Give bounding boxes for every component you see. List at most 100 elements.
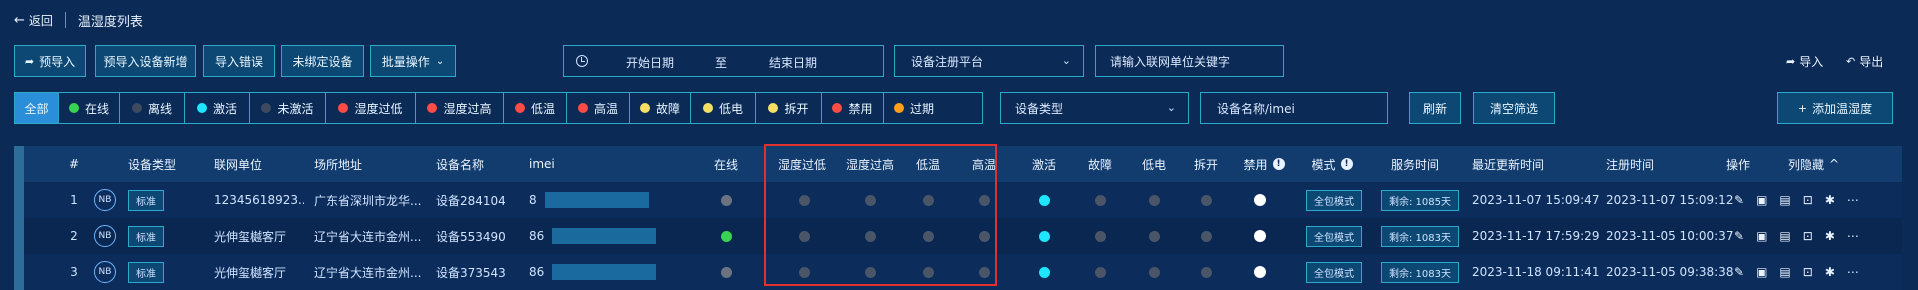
unit-keyword-input[interactable]: 请输入联网单位关键字 (1095, 45, 1284, 77)
chip-offline[interactable]: 离线 (120, 93, 185, 123)
col-temp-high: 高温 (971, 157, 996, 172)
document-icon[interactable]: ▤ (1779, 229, 1790, 243)
row-no: 2 (70, 229, 78, 243)
platform-select[interactable]: 设备注册平台 ⌄ (894, 45, 1084, 77)
chip-opened[interactable]: 拆开 (756, 93, 822, 123)
start-date[interactable]: 开始日期 (626, 54, 674, 71)
status-dot-icon (1148, 230, 1160, 242)
col-no: # (68, 157, 80, 171)
info-icon[interactable]: ! (1272, 158, 1285, 170)
status-dot-icon (864, 266, 876, 278)
col-humidity-low: 湿度过低 (777, 157, 826, 172)
row-actions: ✎ ▣ ▤ ⊡ ✱ ⋯ (1728, 182, 1888, 218)
dot-icon (577, 103, 588, 113)
dot-icon (639, 103, 650, 113)
temp-low-status (908, 218, 948, 254)
nb-badge: NB (94, 182, 124, 218)
edit-icon[interactable]: ✎ (1734, 193, 1744, 207)
address-cell: 广东省深圳市龙华... (314, 193, 422, 208)
col-actions: 操作 (1726, 157, 1751, 172)
redacted-block (552, 264, 657, 280)
chip-disabled[interactable]: 禁用 (822, 93, 884, 123)
info-icon[interactable]: ! (1340, 158, 1353, 170)
chip-humidity-low[interactable]: 湿度过低 (326, 93, 416, 123)
status-dot-icon (922, 194, 934, 206)
more-icon[interactable]: ⋯ (1847, 229, 1859, 243)
device-name-input[interactable]: 设备名称/imei (1200, 92, 1388, 124)
service-tag-text: 剩余: 1085天 (1381, 189, 1459, 211)
import-error-button[interactable]: 导入错误 (203, 45, 275, 77)
batch-ops-button[interactable]: 批量操作 ⌄ (370, 45, 456, 77)
import-link[interactable]: ➦ 导入 (1786, 53, 1823, 70)
plus-icon: + (1797, 101, 1808, 115)
chip-low-power[interactable]: 低电 (691, 93, 756, 123)
address-cell: 辽宁省大连市金州... (314, 265, 422, 280)
settings-icon[interactable]: ✱ (1825, 193, 1835, 207)
device-type-select[interactable]: 设备类型 ⌄ (1000, 92, 1189, 124)
unit-cell: 12345618923... (214, 193, 304, 207)
clear-filter-button[interactable]: 清空筛选 (1473, 92, 1555, 124)
more-icon[interactable]: ⋯ (1847, 265, 1859, 279)
status-dot-icon (798, 266, 810, 278)
chip-active[interactable]: 激活 (185, 93, 250, 123)
row-no: 3 (70, 265, 78, 279)
date-range-picker[interactable]: 开始日期 至 结束日期 (563, 45, 884, 77)
chip-label: 低温 (530, 101, 555, 116)
dot-icon (832, 103, 843, 113)
online-status (706, 218, 746, 254)
share-icon: ➦ (1786, 55, 1796, 68)
name-cell: 设备373543 (436, 265, 506, 280)
import-label: 导入 (1799, 55, 1824, 69)
mode-tag-text: 全包模式 (1306, 225, 1362, 247)
opened-status (1186, 182, 1226, 218)
service-tag: 剩余: 1083天 (1380, 218, 1460, 254)
online-dot-icon (720, 266, 732, 278)
lock-icon[interactable]: ⊡ (1803, 229, 1813, 243)
trash-icon[interactable]: ▣ (1756, 193, 1767, 207)
column-toggle[interactable]: 列隐藏 ^ (1788, 146, 1868, 182)
chip-all[interactable]: 全部 (15, 93, 59, 123)
edit-icon[interactable]: ✎ (1734, 229, 1744, 243)
device-name-placeholder: 设备名称/imei (1217, 101, 1295, 116)
temp-low-status (908, 254, 948, 290)
reply-icon: ↶ (1846, 55, 1856, 68)
chip-humidity-high[interactable]: 湿度过高 (416, 93, 504, 123)
chip-fault[interactable]: 故障 (630, 93, 691, 123)
pre-import-add-button[interactable]: 预导入设备新增 (95, 45, 196, 77)
status-dot-icon (978, 266, 990, 278)
table-row[interactable]: 3 NB 标准 光伸玺樾客厅 辽宁省大连市金州... 设备373543 86 全… (24, 254, 1905, 290)
pre-import-button[interactable]: ➦ 预导入 (14, 45, 86, 77)
chip-temp-low[interactable]: 低温 (504, 93, 567, 123)
add-device-button[interactable]: + 添加温湿度 (1777, 92, 1893, 124)
chip-online[interactable]: 在线 (59, 93, 120, 123)
chip-expired[interactable]: 过期 (884, 93, 944, 123)
settings-icon[interactable]: ✱ (1825, 265, 1835, 279)
page-title: 温湿度列表 (77, 14, 143, 30)
end-date[interactable]: 结束日期 (769, 54, 817, 71)
export-link[interactable]: ↶ 导出 (1846, 53, 1883, 70)
document-icon[interactable]: ▤ (1779, 265, 1790, 279)
chip-temp-high[interactable]: 高温 (567, 93, 630, 123)
table-row[interactable]: 1 NB 标准 12345618923... 广东省深圳市龙华... 设备284… (24, 182, 1905, 218)
refresh-button[interactable]: 刷新 (1409, 92, 1461, 124)
trash-icon[interactable]: ▣ (1756, 229, 1767, 243)
scrollbar-track[interactable] (1902, 40, 1918, 290)
table-row[interactable]: 2 NB 标准 光伸玺樾客厅 辽宁省大连市金州... 设备553490 86 全… (24, 218, 1905, 254)
back-button[interactable]: ← 返回 (14, 12, 53, 29)
more-icon[interactable]: ⋯ (1847, 193, 1859, 207)
humidity-low-status (784, 218, 824, 254)
nb-badge: NB (94, 218, 124, 254)
dot-icon (338, 103, 349, 113)
status-dot-icon (1200, 230, 1212, 242)
dot-icon (427, 103, 438, 113)
lock-icon[interactable]: ⊡ (1803, 193, 1813, 207)
lock-icon[interactable]: ⊡ (1803, 265, 1813, 279)
unbound-device-button[interactable]: 未绑定设备 (281, 45, 364, 77)
settings-icon[interactable]: ✱ (1825, 229, 1835, 243)
document-icon[interactable]: ▤ (1779, 193, 1790, 207)
chip-inactive[interactable]: 未激活 (250, 93, 326, 123)
edit-icon[interactable]: ✎ (1734, 265, 1744, 279)
trash-icon[interactable]: ▣ (1756, 265, 1767, 279)
type-tag: 标准 (128, 182, 168, 218)
chip-label: 过期 (909, 101, 934, 116)
